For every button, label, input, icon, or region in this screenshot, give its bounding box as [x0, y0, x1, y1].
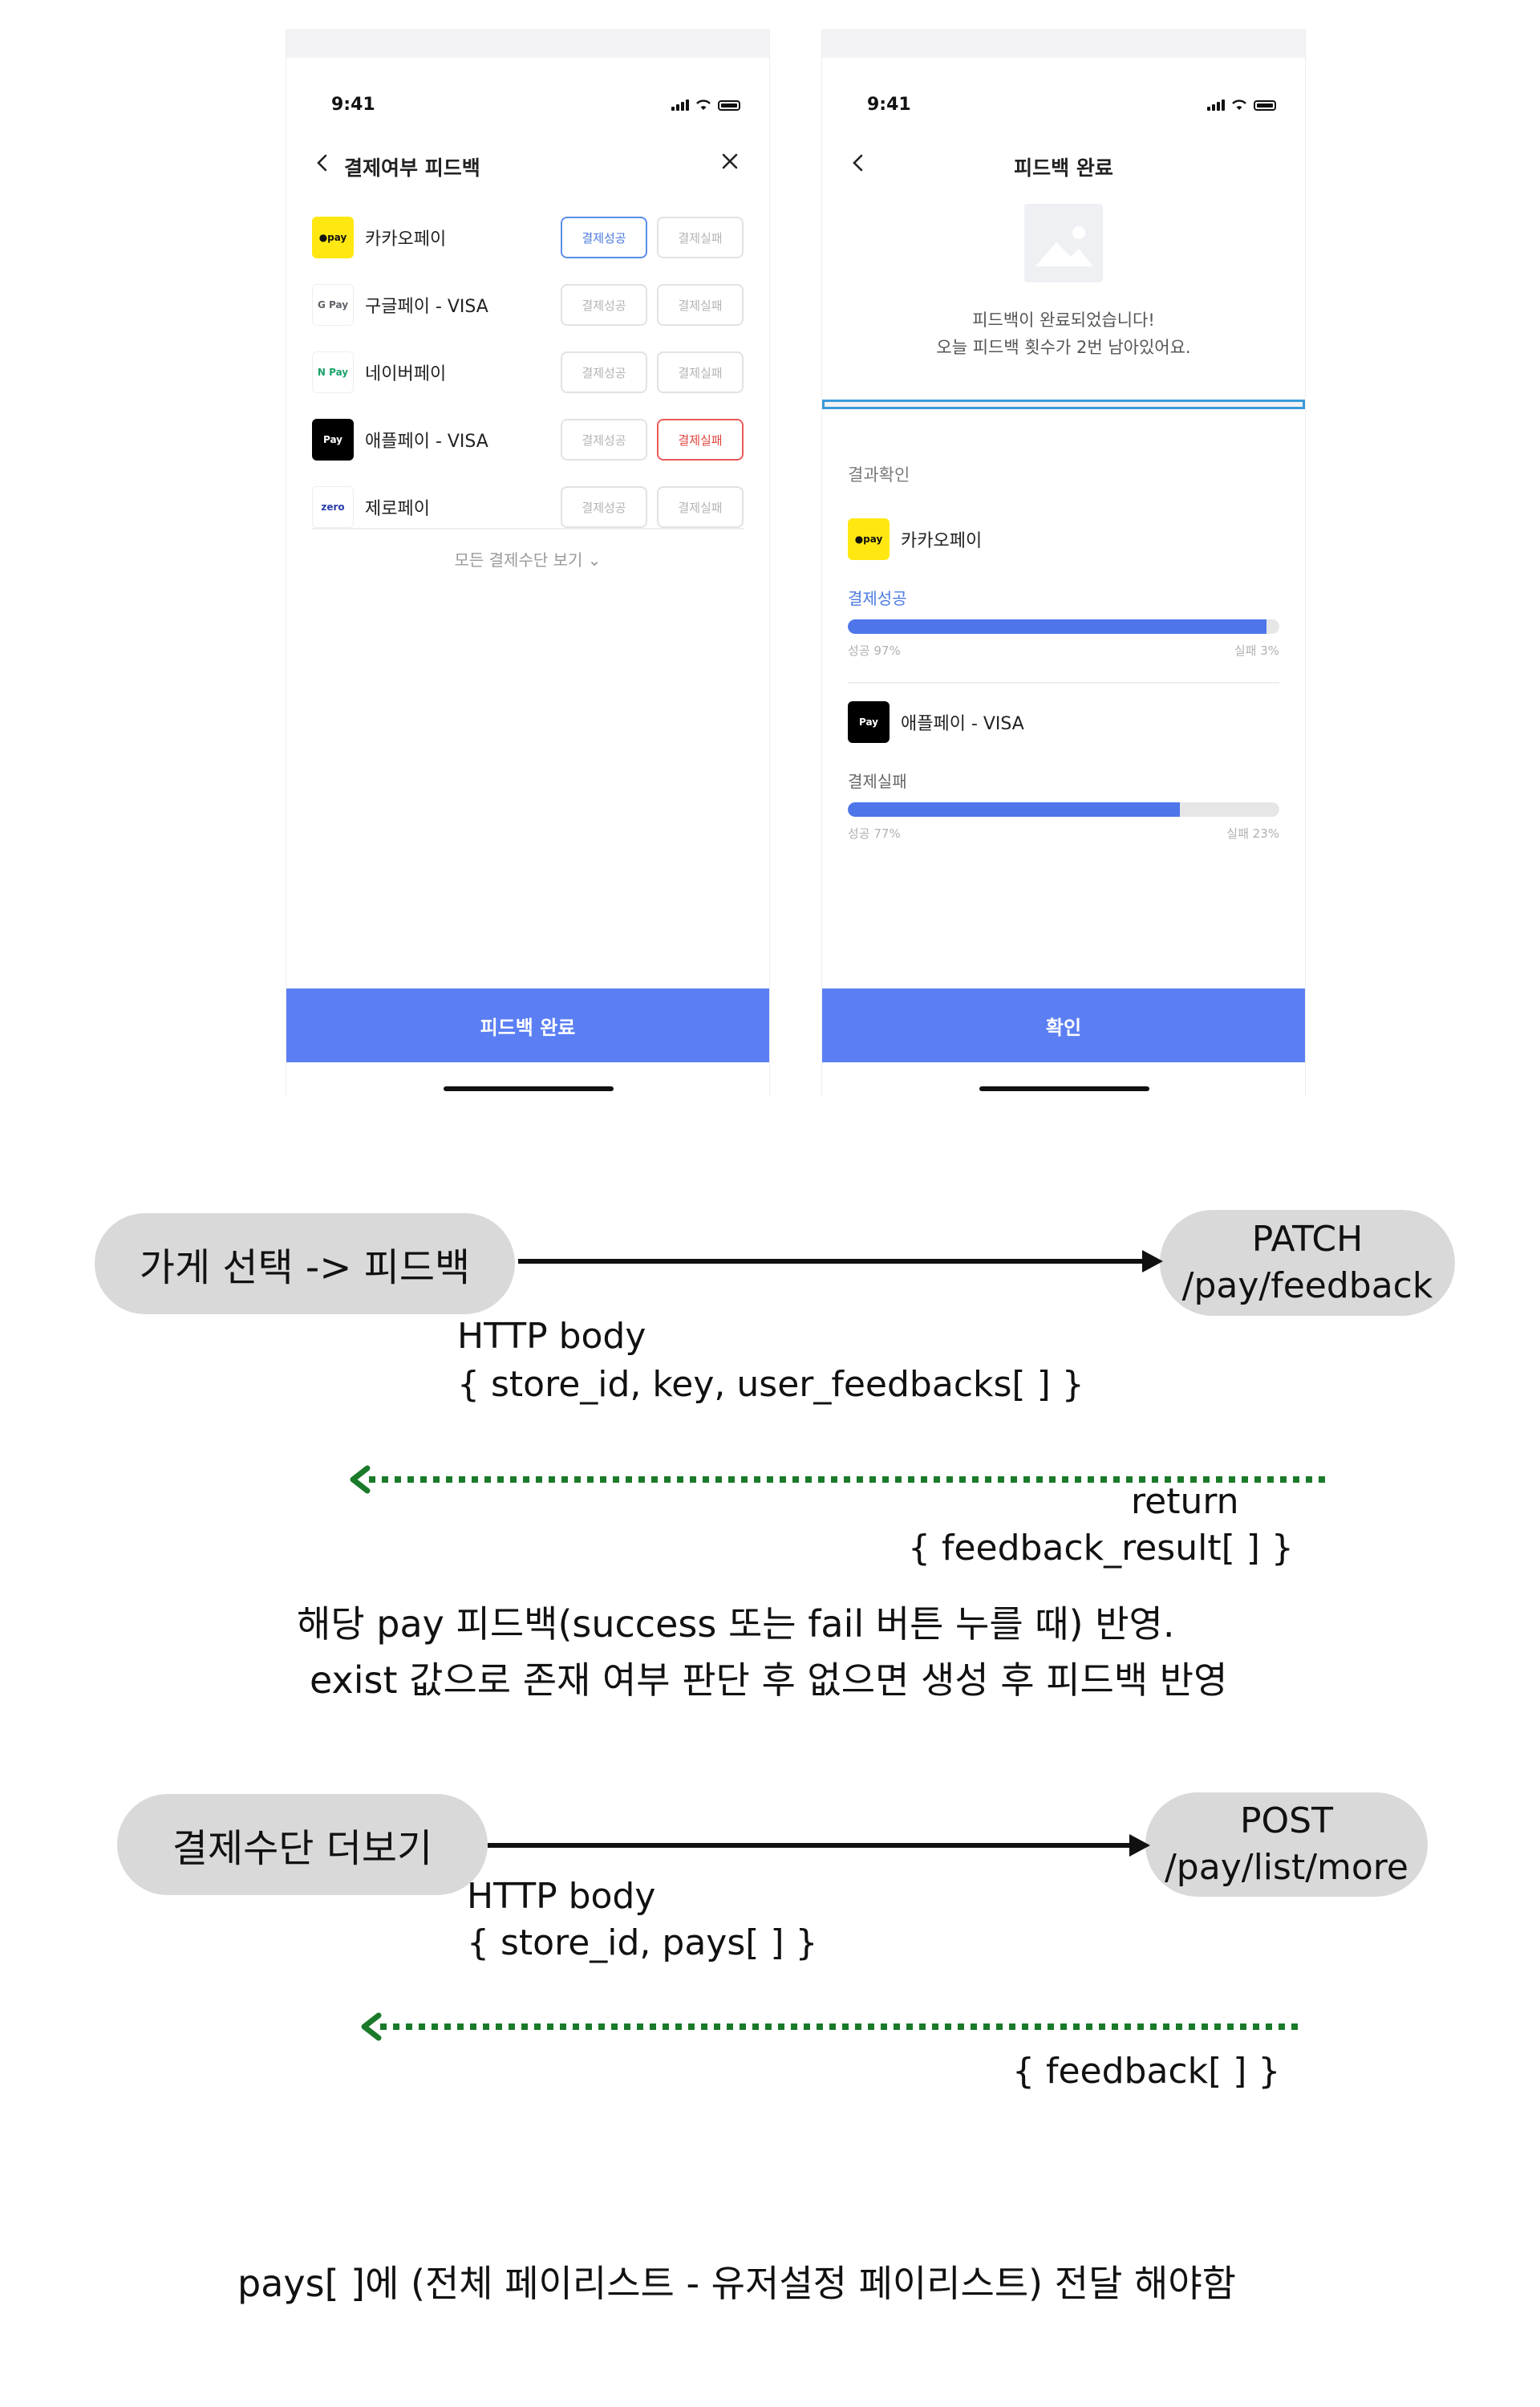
- success-rate-label: 성공 97%: [848, 643, 901, 658]
- payment-success-button[interactable]: 결제성공: [561, 486, 647, 528]
- payment-fail-button[interactable]: 결제실패: [657, 217, 744, 258]
- pay-row: N Pay 네이버페이 결제성공 결제실패: [312, 348, 744, 396]
- wifi-icon: [1232, 99, 1246, 110]
- success-rate-bar: [848, 802, 1279, 817]
- back-chevron-icon[interactable]: [310, 151, 334, 175]
- battery-icon: [1254, 99, 1276, 111]
- status-time: 9:41: [331, 95, 375, 115]
- confirm-button[interactable]: 확인: [822, 988, 1305, 1062]
- pay-row: G Pay 구글페이 - VISA 결제성공 결제실패: [312, 281, 744, 329]
- request-body-fields: { store_id, pays[ ] }: [467, 1922, 818, 1963]
- client-node-more-pays: 결제수단 더보기: [117, 1794, 488, 1895]
- payment-fail-button[interactable]: 결제실패: [657, 419, 744, 461]
- pay-logo-icon: N Pay: [312, 351, 354, 393]
- pay-row: ●pay 카카오페이 결제성공 결제실패: [312, 213, 744, 262]
- request-body-fields: { store_id, key, user_feedbacks[ ] }: [457, 1364, 1084, 1405]
- payment-success-button[interactable]: 결제성공: [561, 217, 647, 258]
- page-title: 결제여부 피드백: [344, 156, 480, 180]
- client-node-store-feedback: 가게 선택 -> 피드백: [95, 1213, 515, 1314]
- frame-top-strip: [286, 29, 769, 58]
- list-divider: [312, 528, 744, 530]
- pay-name: 카카오페이: [365, 229, 447, 250]
- pay-name: 카카오페이: [901, 531, 983, 551]
- success-rate-bar: [848, 619, 1279, 634]
- payment-success-button[interactable]: 결제성공: [561, 351, 647, 393]
- client-node-label: 가게 선택 -> 피드백: [139, 1245, 471, 1290]
- pay-logo-icon: Pay: [848, 701, 890, 743]
- status-bar: 9:41: [822, 58, 1305, 115]
- section-separator: [822, 400, 1305, 409]
- payment-success-button[interactable]: 결제성공: [561, 284, 647, 326]
- pay-logo-icon: ●pay: [312, 217, 354, 258]
- request-arrow: [518, 1250, 1163, 1273]
- pay-name: 구글페이 - VISA: [365, 297, 488, 317]
- pay-logo-icon: G Pay: [312, 284, 354, 326]
- request-body-label: HTTP body: [467, 1876, 656, 1917]
- fail-rate-label: 실패 3%: [1234, 643, 1279, 658]
- server-method: PATCH: [1251, 1219, 1364, 1260]
- close-icon[interactable]: [718, 149, 742, 173]
- payment-fail-button[interactable]: 결제실패: [657, 284, 744, 326]
- pay-name: 네이버페이: [365, 364, 447, 384]
- nav-bar: 피드백 완료: [822, 141, 1305, 189]
- payment-success-button[interactable]: 결제성공: [561, 419, 647, 461]
- page-title: 피드백 완료: [1014, 156, 1113, 180]
- payment-fail-button[interactable]: 결제실패: [657, 351, 744, 393]
- result-pay-row: ●pay 카카오페이: [848, 518, 1279, 560]
- result-status: 결제성공: [848, 589, 907, 608]
- result-screen: 9:41 피드백 완료 피드백이 완료되었습니다! 오늘 피드백 횟수가 2번 …: [821, 29, 1306, 1096]
- done-message-line1: 피드백이 완료되었습니다!: [972, 311, 1155, 330]
- nav-bar: 결제여부 피드백: [286, 141, 769, 189]
- result-pay-row: Pay 애플페이 - VISA: [848, 701, 1279, 743]
- flow2-note: pays[ ]에 (전체 페이리스트 - 유저설정 페이리스트) 전달 해야함: [237, 2262, 1236, 2305]
- done-message-line2: 오늘 피드백 횟수가 2번 남아있어요.: [936, 338, 1191, 357]
- status-icons: [671, 99, 740, 111]
- home-indicator: [979, 1086, 1149, 1091]
- payment-fail-button[interactable]: 결제실패: [657, 486, 744, 528]
- signal-icon: [671, 99, 689, 111]
- server-endpoint: /pay/feedback: [1181, 1265, 1433, 1306]
- status-time: 9:41: [867, 95, 911, 115]
- pay-logo-icon: Pay: [312, 419, 354, 461]
- pay-logo-icon: ●pay: [848, 518, 890, 560]
- pay-name: 애플페이 - VISA: [365, 432, 488, 452]
- server-node-post-list-more: POST /pay/list/more: [1145, 1792, 1428, 1897]
- server-method: POST: [1240, 1800, 1333, 1841]
- success-rate-fill: [848, 802, 1181, 817]
- feedback-screen: 9:41 결제여부 피드백 ●pay 카카오페이 결제성공 결제실패 G Pay 구글페이…: [286, 29, 770, 1096]
- success-rate-fill: [848, 619, 1266, 634]
- battery-icon: [718, 99, 740, 111]
- image-placeholder-icon: [1024, 204, 1103, 282]
- server-endpoint: /pay/list/more: [1164, 1847, 1408, 1888]
- signal-icon: [1207, 99, 1225, 111]
- result-section-title: 결과확인: [848, 465, 910, 485]
- flow1-note-line2: exist 값으로 존재 여부 판단 후 없으면 생성 후 피드백 반영: [310, 1658, 1228, 1702]
- pay-name: 제로페이: [365, 499, 430, 519]
- pay-row: zero 제로페이 결제성공 결제실패: [312, 483, 744, 531]
- status-icons: [1207, 99, 1276, 111]
- request-body-label: HTTP body: [457, 1316, 646, 1357]
- pay-row: Pay 애플페이 - VISA 결제성공 결제실패: [312, 416, 744, 464]
- response-return-label: return: [1131, 1481, 1239, 1522]
- client-node-label: 결제수단 더보기: [172, 1826, 433, 1871]
- show-all-pays-link[interactable]: 모든 결제수단 보기 ⌄: [286, 547, 769, 570]
- result-divider: [848, 682, 1279, 684]
- response-arrow: [361, 2012, 1304, 2041]
- home-indicator: [444, 1086, 614, 1091]
- server-node-patch-feedback: PATCH /pay/feedback: [1160, 1210, 1455, 1316]
- response-fields: { feedback_result[ ] }: [908, 1528, 1294, 1569]
- result-status: 결제실패: [848, 772, 907, 791]
- feedback-done-button[interactable]: 피드백 완료: [286, 988, 769, 1062]
- success-rate-label: 성공 77%: [848, 826, 901, 841]
- wifi-icon: [696, 99, 711, 110]
- pay-name: 애플페이 - VISA: [901, 714, 1024, 734]
- flow1-note-line1: 해당 pay 피드백(success 또는 fail 버튼 누를 때) 반영.: [297, 1602, 1175, 1646]
- response-fields: { feedback[ ] }: [1012, 2051, 1281, 2092]
- status-bar: 9:41: [286, 58, 769, 115]
- request-arrow: [488, 1834, 1150, 1857]
- pay-logo-icon: zero: [312, 486, 354, 528]
- fail-rate-label: 실패 23%: [1226, 826, 1279, 841]
- frame-top-strip: [822, 29, 1305, 58]
